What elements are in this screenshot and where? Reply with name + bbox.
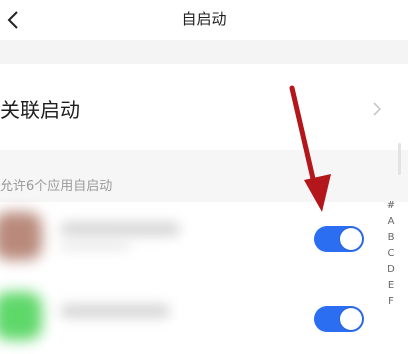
index-letter[interactable]: # [384,198,398,214]
index-letter[interactable]: B [384,230,398,246]
section-caption: 允许6个应用自启动 [0,179,113,194]
chevron-right-icon [373,102,382,116]
app-row-1 [0,202,408,270]
app-row-2 [0,286,408,354]
toggle-knob [340,308,362,330]
app-name [60,222,180,236]
header: 自启动 [0,0,408,40]
alphabet-index[interactable]: # A B C D E F [384,198,398,310]
app-toggle-2[interactable] [314,306,364,332]
app-icon [0,292,42,340]
app-icon [0,212,42,260]
app-name [60,304,170,318]
associated-start-label: 关联启动 [0,98,80,122]
app-toggle-1[interactable] [314,226,364,252]
index-letter[interactable]: E [384,278,398,294]
page-title: 自启动 [181,10,227,28]
index-letter[interactable]: D [384,262,398,278]
divider-band [0,40,408,64]
index-letter[interactable]: A [384,214,398,230]
app-subtext [60,242,130,250]
index-letter[interactable]: C [384,246,398,262]
toggle-knob [340,228,362,250]
associated-start-row[interactable]: 关联启动 [0,64,408,150]
index-letter[interactable]: F [384,294,398,310]
scrollbar[interactable] [398,143,401,175]
